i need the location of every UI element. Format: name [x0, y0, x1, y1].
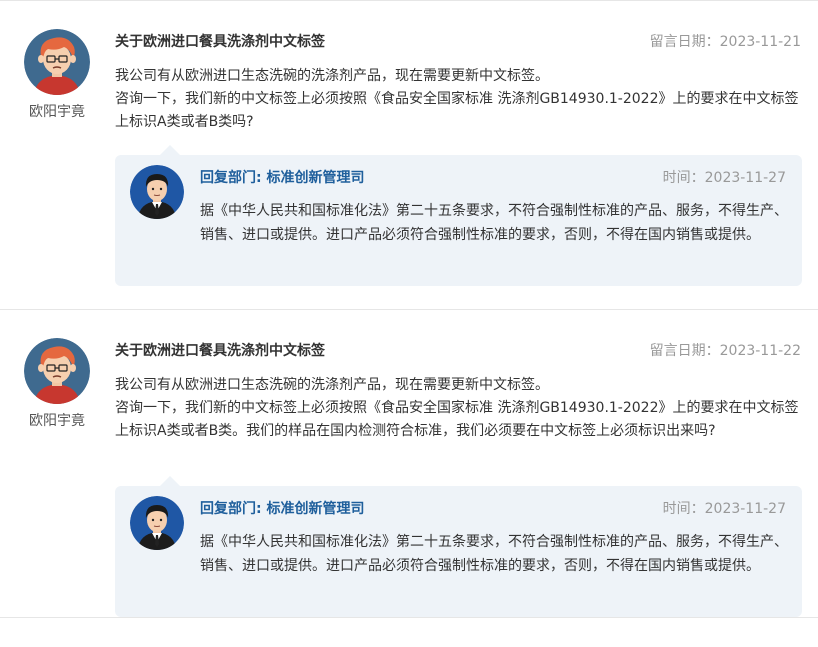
- user-info: 欧阳宇竟: [24, 338, 90, 430]
- message-title[interactable]: 关于欧洲进口餐具洗涤剂中文标签: [115, 31, 325, 51]
- date-label: 留言日期：: [649, 34, 720, 50]
- user-info: 欧阳宇竟: [24, 29, 90, 121]
- reply-time-value: 2023-11-27: [704, 170, 786, 186]
- reply-dept-name: 标准创新管理司: [266, 501, 365, 517]
- content-line: 咨询一下，我们新的中文标签上必须按照《食品安全国家标准 洗涤剂GB14930.1…: [115, 91, 799, 130]
- message-title[interactable]: 关于欧洲进口餐具洗涤剂中文标签: [115, 340, 325, 360]
- official-avatar-icon: [130, 165, 184, 219]
- message-date: 留言日期：2023-11-21: [650, 31, 801, 51]
- reply-time: 时间：2023-11-27: [663, 167, 786, 187]
- reply-time: 时间：2023-11-27: [663, 498, 786, 518]
- message-content: 我公司有从欧洲进口生态洗碗的洗涤剂产品，现在需要更新中文标签。 咨询一下，我们新…: [115, 65, 805, 134]
- reply-time-label: 时间：: [662, 170, 705, 186]
- message-content: 我公司有从欧洲进口生态洗碗的洗涤剂产品，现在需要更新中文标签。 咨询一下，我们新…: [115, 374, 805, 443]
- reply-content: 据《中华人民共和国标准化法》第二十五条要求，不符合强制性标准的产品、服务，不得生…: [200, 203, 788, 243]
- content-line: 咨询一下，我们新的中文标签上必须按照《食品安全国家标准 洗涤剂GB14930.1…: [115, 400, 799, 439]
- date-label: 留言日期：: [649, 343, 720, 359]
- content-line: 我公司有从欧洲进口生态洗碗的洗涤剂产品，现在需要更新中文标签。: [115, 68, 549, 84]
- message-date: 留言日期：2023-11-22: [650, 340, 801, 360]
- message-item: 欧阳宇竟 关于欧洲进口餐具洗涤剂中文标签 留言日期：2023-11-21 我公司…: [0, 0, 818, 309]
- reply-box: 回复部门: 标准创新管理司 时间：2023-11-27 据《中华人民共和国标准化…: [115, 476, 802, 617]
- reply-time-label: 时间：: [662, 501, 705, 517]
- reply-department: 回复部门: 标准创新管理司: [200, 167, 364, 187]
- reply-time-value: 2023-11-27: [704, 501, 786, 517]
- reply-department: 回复部门: 标准创新管理司: [200, 498, 364, 518]
- reply-content: 据《中华人民共和国标准化法》第二十五条要求，不符合强制性标准的产品、服务，不得生…: [200, 534, 788, 574]
- official-avatar-icon: [130, 496, 184, 550]
- reply-box: 回复部门: 标准创新管理司 时间：2023-11-27 据《中华人民共和国标准化…: [115, 145, 802, 286]
- message-item: 欧阳宇竟 关于欧洲进口餐具洗涤剂中文标签 留言日期：2023-11-22 我公司…: [0, 309, 818, 618]
- reply-dept-label: 回复部门:: [200, 170, 267, 186]
- content-line: 我公司有从欧洲进口生态洗碗的洗涤剂产品，现在需要更新中文标签。: [115, 377, 549, 393]
- user-name: 欧阳宇竟: [29, 104, 85, 120]
- user-avatar-icon: [24, 338, 90, 404]
- user-name: 欧阳宇竟: [29, 413, 85, 429]
- user-avatar-icon: [24, 29, 90, 95]
- date-value: 2023-11-21: [719, 34, 801, 50]
- reply-dept-name: 标准创新管理司: [266, 170, 365, 186]
- reply-dept-label: 回复部门:: [200, 501, 267, 517]
- date-value: 2023-11-22: [719, 343, 801, 359]
